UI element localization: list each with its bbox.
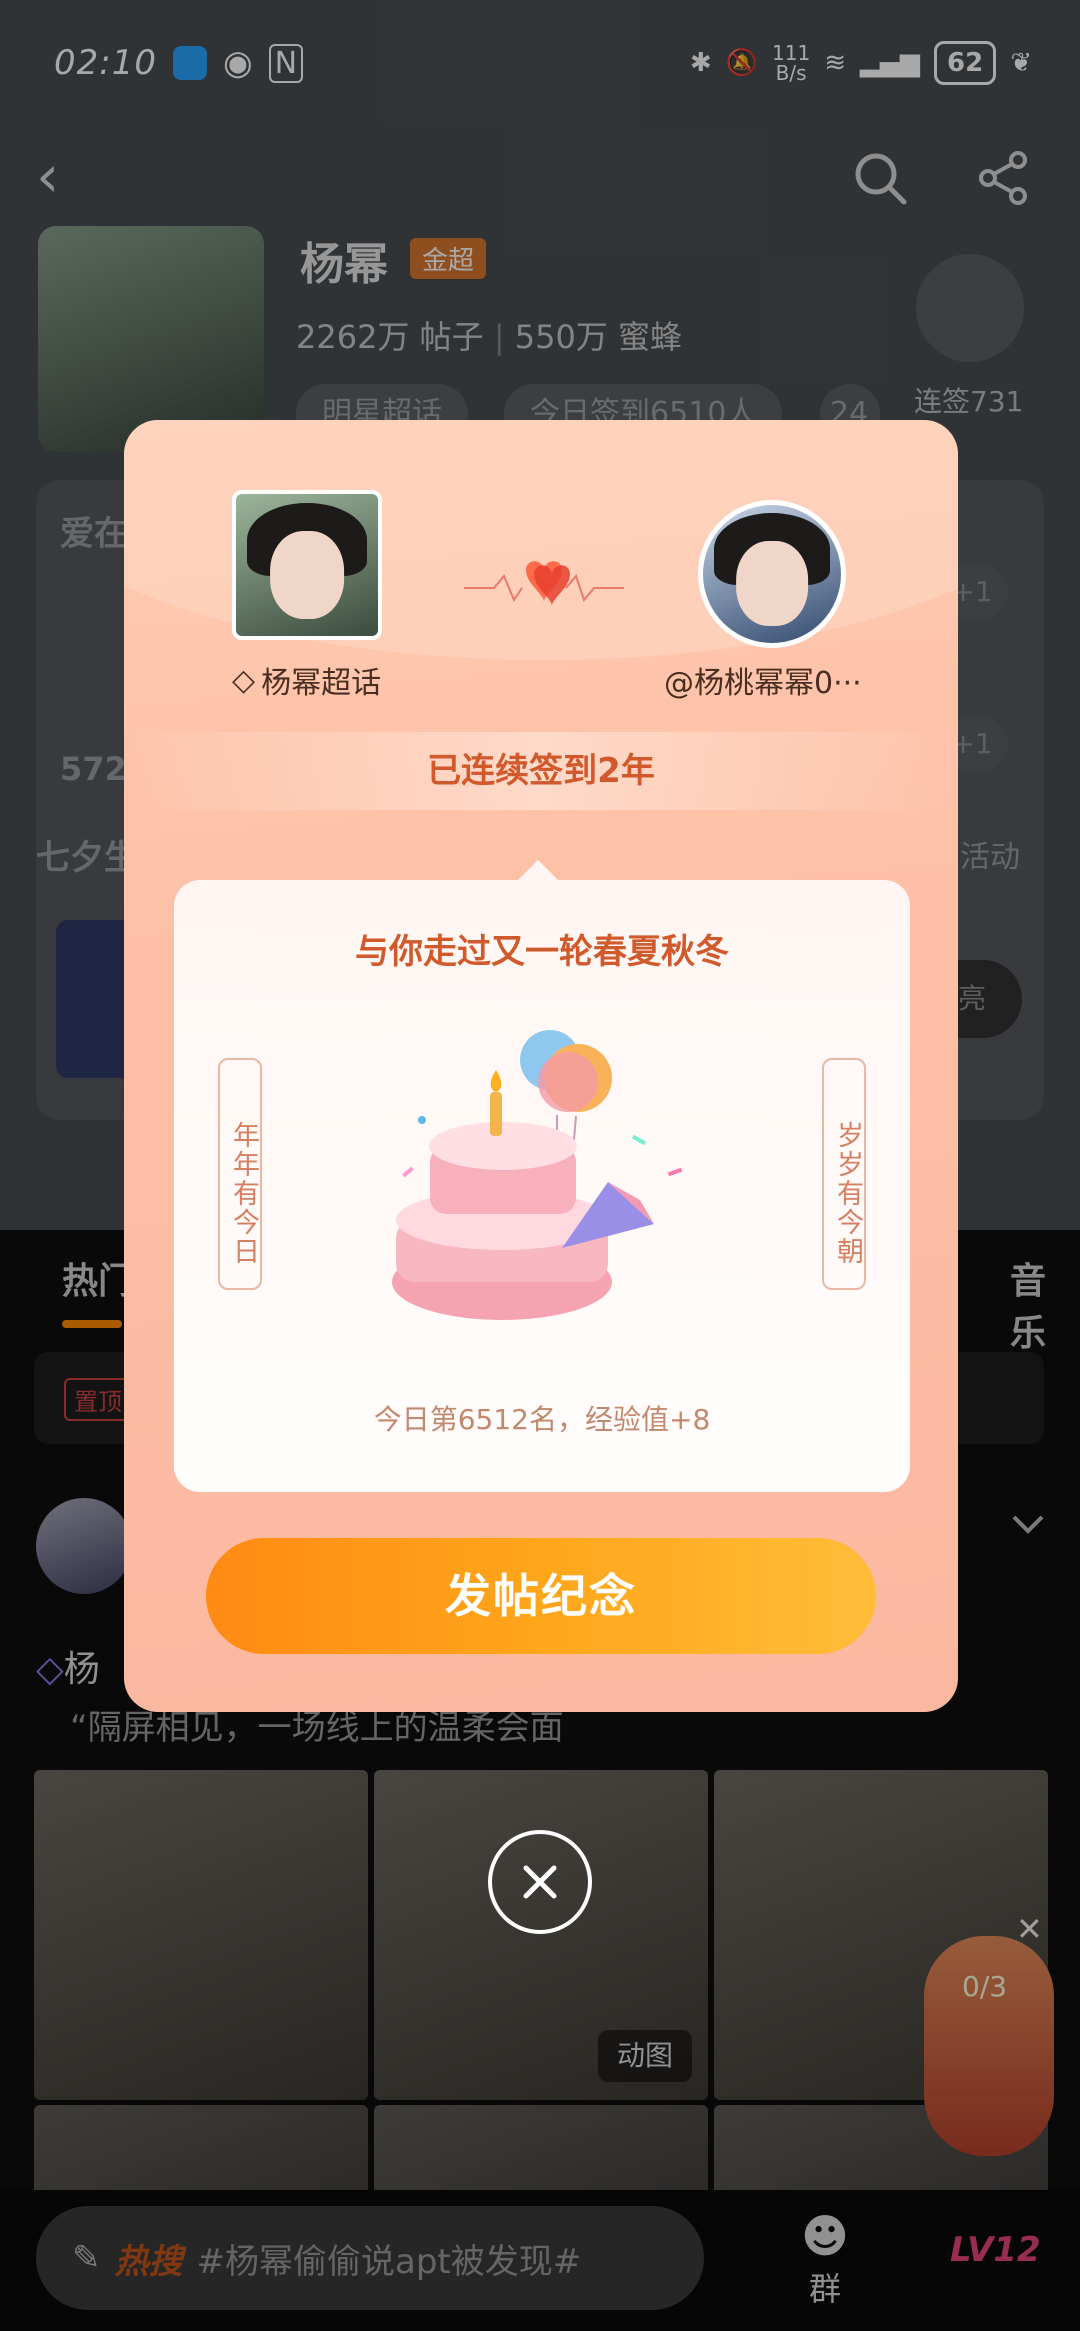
checkin-anniversary-dialog: ◇ 杨幂超话 @杨桃幂幂0··· 已连续签到2年 与你走过又一轮春夏秋冬 年年有… <box>124 420 958 1712</box>
card-title: 与你走过又一轮春夏秋冬 <box>355 932 729 972</box>
close-dialog-button[interactable] <box>488 1830 592 1934</box>
right-couplet: 岁岁有今朝 <box>822 1058 866 1290</box>
app-screen: 02:10 ◉ N ✱ 🔕 111 B/s ≋ ▂▄▆ 62 ❦ ‹ 杨幂 金超… <box>0 0 1080 2331</box>
user-avatar-image <box>698 500 846 648</box>
rank-text: 今日第6512名，经验值+8 <box>373 1403 711 1436</box>
topic-avatar-image <box>232 490 382 640</box>
post-commemoration-button[interactable]: 发帖纪念 <box>206 1538 876 1654</box>
topic-label-text: 杨幂超话 <box>261 666 382 701</box>
avatar-face <box>270 530 344 619</box>
diamond-icon: ◇ <box>232 662 256 698</box>
birthday-cake-illustration <box>392 1030 683 1320</box>
close-icon <box>523 1865 557 1899</box>
topic-label: ◇ 杨幂超话 <box>232 658 422 702</box>
user-label: @杨桃幂幂0··· <box>664 666 862 701</box>
greeting-card: 与你走过又一轮春夏秋冬 年年有今日 岁岁有今朝 今日第6512名，经验值+8 <box>174 880 910 1492</box>
heartbeat-icon <box>464 561 624 606</box>
avatar-face <box>736 540 808 627</box>
streak-banner: 已连续签到2年 <box>124 732 958 810</box>
card-notch <box>516 860 560 882</box>
left-couplet: 年年有今日 <box>218 1058 262 1290</box>
